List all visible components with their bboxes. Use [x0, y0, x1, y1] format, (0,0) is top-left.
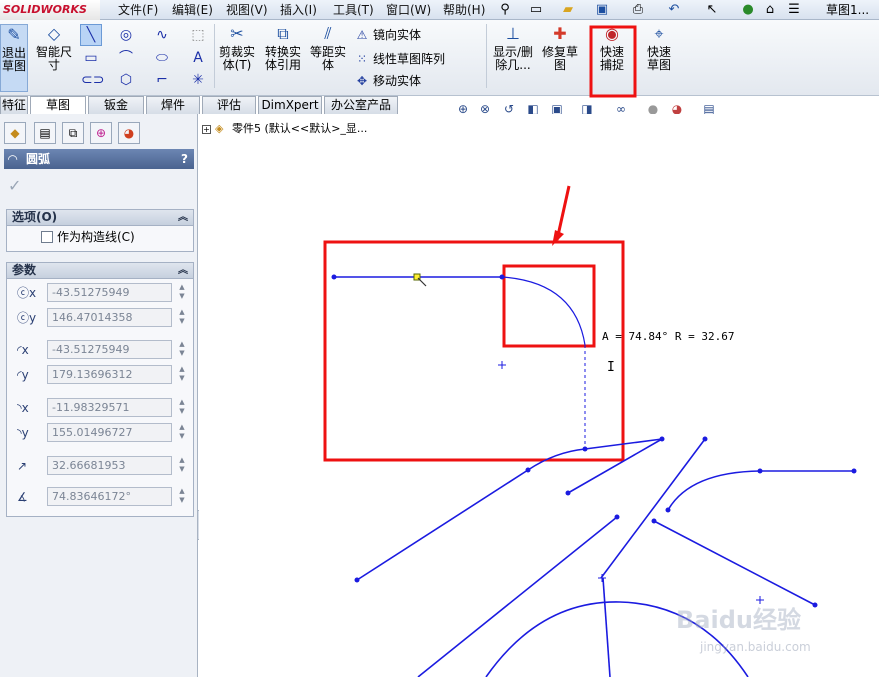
sketch-line[interactable]: [356, 469, 529, 581]
annotation-arrowhead: [552, 230, 564, 246]
sketch-point[interactable]: [757, 468, 763, 474]
arc-highlight-box: [502, 264, 596, 348]
sketch-arc[interactable]: [501, 276, 586, 346]
expand-plus-icon[interactable]: +: [202, 125, 211, 134]
sketch-line[interactable]: [602, 577, 611, 677]
sketch-line[interactable]: [653, 520, 816, 606]
ibeam-cursor-icon: I: [607, 360, 615, 375]
sketch-point[interactable]: [331, 274, 337, 280]
feature-tree-node[interactable]: + ◈ 零件5 (默认<<默认>_显...: [202, 121, 367, 137]
sketch-point[interactable]: [582, 446, 588, 452]
sketch-line[interactable]: [417, 516, 618, 677]
part-icon: ◈: [215, 122, 224, 135]
sketch-point[interactable]: [659, 436, 665, 442]
sketch-canvas[interactable]: [0, 0, 879, 677]
sketch-point[interactable]: [565, 490, 571, 496]
sketch-point[interactable]: [614, 514, 620, 520]
quick-snap-highlight-box: [589, 25, 637, 98]
sketch-highlight-box: [323, 240, 625, 462]
baidu-watermark: Baidu经验: [676, 606, 801, 634]
sketch-point[interactable]: [499, 274, 505, 280]
sketch-arc[interactable]: [667, 470, 761, 511]
sketch-point[interactable]: [702, 436, 708, 442]
sketch-point[interactable]: [651, 518, 657, 524]
arc-dimension-readout: A = 74.84° R = 32.67: [602, 330, 735, 343]
sketch-pencil-cursor: [413, 273, 427, 287]
sketch-point[interactable]: [812, 602, 818, 608]
sketch-point[interactable]: [525, 467, 531, 473]
sketch-point[interactable]: [665, 507, 671, 513]
sketch-point[interactable]: [851, 468, 857, 474]
baidu-watermark-url: jingyan.baidu.com: [700, 640, 811, 654]
sketch-line[interactable]: [567, 438, 663, 494]
sketch-point[interactable]: [354, 577, 360, 583]
